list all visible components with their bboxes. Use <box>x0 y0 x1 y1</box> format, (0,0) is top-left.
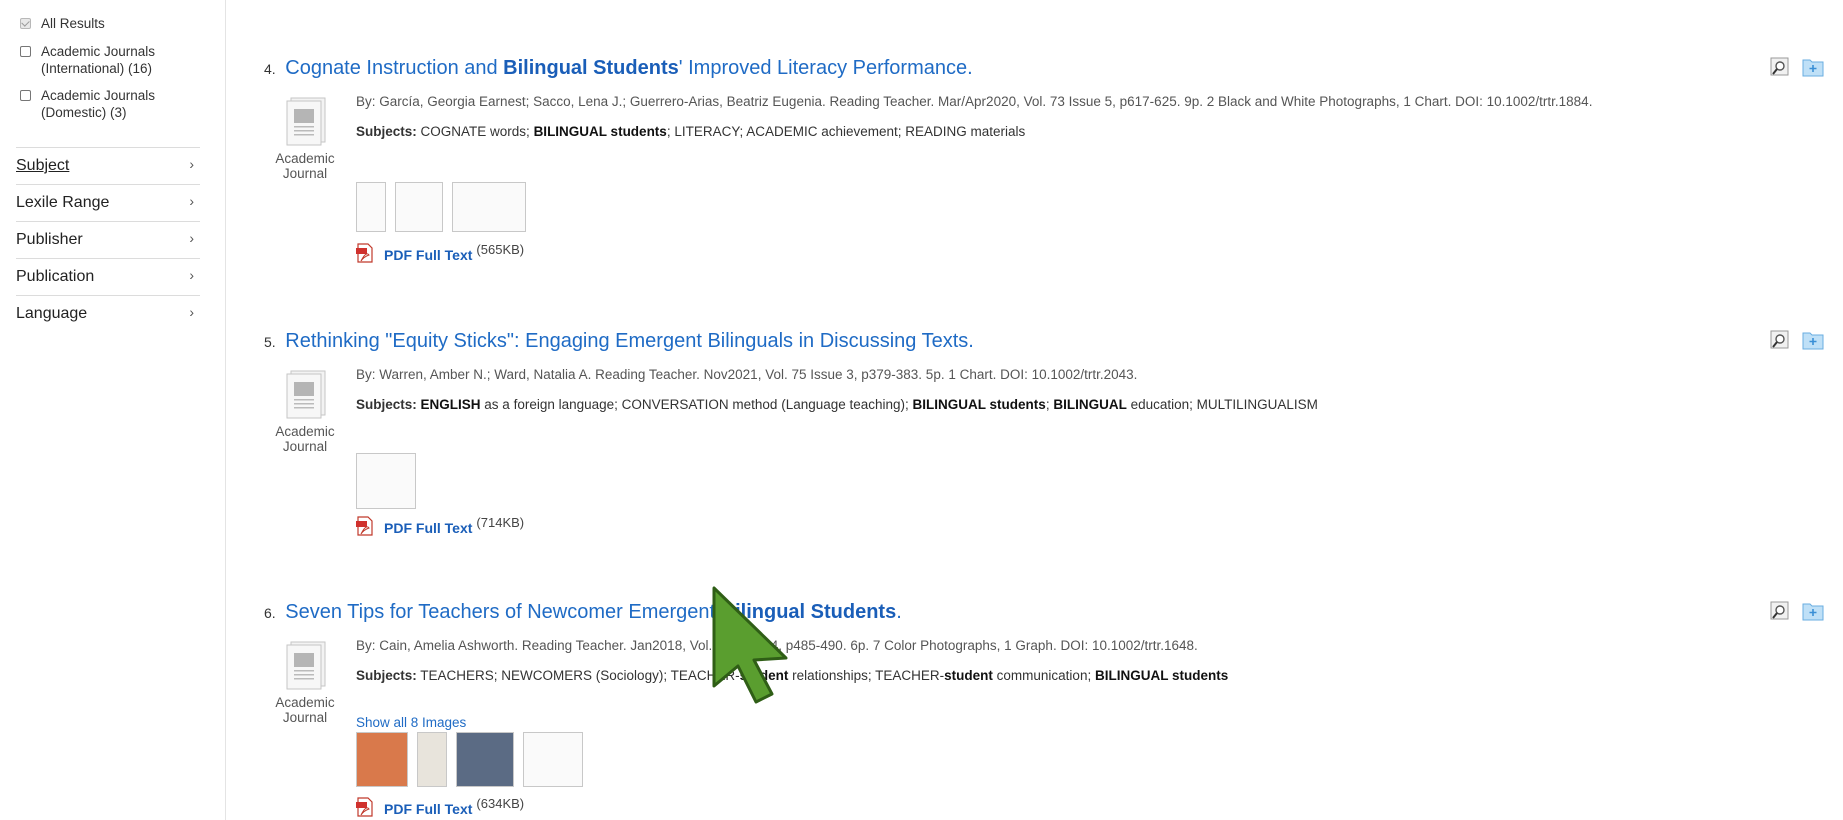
publication-type-label: Academic Journal <box>275 424 335 454</box>
result-item: 6. Seven Tips for Teachers of Newcomer E… <box>264 601 1824 820</box>
pdf-file-size: (565KB) <box>476 242 525 257</box>
publication-type-label: Academic Journal <box>275 695 335 725</box>
facet-language[interactable]: Language › <box>16 295 200 332</box>
pdf-full-text-link[interactable]: PDF Full Text <box>384 247 472 263</box>
page-thumbnail[interactable] <box>356 453 416 509</box>
page-thumbnail[interactable] <box>452 182 526 232</box>
subjects-list[interactable]: ENGLISH as a foreign language; CONVERSAT… <box>421 397 1318 412</box>
facet-publication[interactable]: Publication › <box>16 258 200 295</box>
preview-magnifier-icon[interactable] <box>1770 601 1792 621</box>
pdf-full-text-link[interactable]: PDF Full Text <box>384 520 472 536</box>
result-title-row: 6. Seven Tips for Teachers of Newcomer E… <box>264 601 902 624</box>
page-thumbnail[interactable] <box>395 182 443 232</box>
page-thumbnail[interactable] <box>356 732 408 787</box>
facet-label: Publisher <box>16 231 83 248</box>
document-icon <box>286 641 326 690</box>
page-thumbnail[interactable] <box>456 732 514 787</box>
facet-label: Lexile Range <box>16 194 110 211</box>
publication-type[interactable]: Academic Journal <box>274 368 336 454</box>
page-thumbnail[interactable] <box>523 732 583 787</box>
pdf-full-text-row[interactable]: PDF Full Text (714KB) <box>356 515 525 536</box>
pdf-full-text-link[interactable]: PDF Full Text <box>384 801 472 817</box>
result-number: 4. <box>264 61 276 77</box>
checkbox-academic-journals-international[interactable] <box>20 46 31 57</box>
pdf-icon <box>356 797 373 817</box>
result-subjects: Subjects: TEACHERS; NEWCOMERS (Sociology… <box>356 668 1228 683</box>
source-type-label: Academic Journals (International) (16) <box>41 44 156 76</box>
result-title-row: 5. Rethinking "Equity Sticks": Engaging … <box>264 330 974 353</box>
facet-label: Language <box>16 305 88 322</box>
pdf-full-text-row[interactable]: PDF Full Text (565KB) <box>356 242 525 263</box>
result-title-link[interactable]: Cognate Instruction and Bilingual Studen… <box>285 57 972 79</box>
source-type-all-results[interactable]: All Results <box>20 15 105 32</box>
chevron-right-icon: › <box>189 193 194 209</box>
facet-lexile-range[interactable]: Lexile Range › <box>16 184 200 221</box>
add-to-folder-icon[interactable] <box>1802 57 1824 77</box>
result-subjects: Subjects: COGNATE words; BILINGUAL stude… <box>356 124 1025 139</box>
add-to-folder-icon[interactable] <box>1802 601 1824 621</box>
chevron-right-icon: › <box>189 230 194 246</box>
result-actions <box>1770 330 1824 350</box>
source-type-label: Academic Journals (Domestic) (3) <box>41 88 156 120</box>
facet-sidebar: All Results Academic Journals (Internatio… <box>0 0 226 820</box>
result-number: 6. <box>264 605 276 621</box>
facet-label: Publication <box>16 268 95 285</box>
result-citation: By: García, Georgia Earnest; Sacco, Lena… <box>356 94 1593 109</box>
pdf-icon <box>356 243 373 263</box>
source-type-academic-journals-domestic[interactable]: Academic Journals (Domestic) (3) <box>20 87 155 121</box>
page-thumbnail[interactable] <box>356 182 386 232</box>
result-actions <box>1770 601 1824 621</box>
chevron-right-icon: › <box>189 304 194 320</box>
mouse-cursor-icon <box>712 586 788 704</box>
facet-label: Subject <box>16 157 70 174</box>
result-title-link[interactable]: Seven Tips for Teachers of Newcomer Emer… <box>285 601 902 623</box>
thumbnail-strip <box>356 732 583 787</box>
subjects-label: Subjects: <box>356 397 417 412</box>
facet-publisher[interactable]: Publisher › <box>16 221 200 258</box>
checkbox-academic-journals-domestic[interactable] <box>20 90 31 101</box>
subjects-list[interactable]: TEACHERS; NEWCOMERS (Sociology); TEACHER… <box>420 668 1228 683</box>
preview-magnifier-icon[interactable] <box>1770 330 1792 350</box>
document-icon <box>286 97 326 146</box>
subjects-label: Subjects: <box>356 668 417 683</box>
facet-subject[interactable]: Subject › <box>16 147 200 184</box>
publication-type[interactable]: Academic Journal <box>274 95 336 181</box>
result-item: 5. Rethinking "Equity Sticks": Engaging … <box>264 330 1824 550</box>
publication-type-label: Academic Journal <box>275 151 335 181</box>
subjects-label: Subjects: <box>356 124 417 139</box>
chevron-right-icon: › <box>189 156 194 172</box>
result-number: 5. <box>264 334 276 350</box>
pdf-full-text-row[interactable]: PDF Full Text (634KB) <box>356 796 525 817</box>
thumbnail-strip <box>356 182 526 232</box>
pdf-file-size: (714KB) <box>476 515 525 530</box>
thumbnail-strip <box>356 453 416 509</box>
chevron-right-icon: › <box>189 267 194 283</box>
preview-magnifier-icon[interactable] <box>1770 57 1792 77</box>
pdf-file-size: (634KB) <box>476 796 525 811</box>
subjects-list[interactable]: COGNATE words; BILINGUAL students; LITER… <box>421 124 1026 139</box>
add-to-folder-icon[interactable] <box>1802 330 1824 350</box>
result-subjects: Subjects: ENGLISH as a foreign language;… <box>356 397 1318 412</box>
source-type-label: All Results <box>41 16 105 31</box>
result-title-row: 4. Cognate Instruction and Bilingual Stu… <box>264 57 973 80</box>
source-type-academic-journals-international[interactable]: Academic Journals (International) (16) <box>20 43 155 77</box>
result-title-link[interactable]: Rethinking "Equity Sticks": Engaging Eme… <box>285 330 974 352</box>
result-item: 4. Cognate Instruction and Bilingual Stu… <box>264 57 1824 277</box>
checkbox-all-results[interactable] <box>20 18 31 29</box>
show-all-images-link[interactable]: Show all 8 Images <box>356 715 466 730</box>
pdf-icon <box>356 516 373 536</box>
page-thumbnail[interactable] <box>417 732 447 787</box>
result-actions <box>1770 57 1824 77</box>
result-citation: By: Warren, Amber N.; Ward, Natalia A. R… <box>356 367 1138 382</box>
publication-type[interactable]: Academic Journal <box>274 639 336 725</box>
document-icon <box>286 370 326 419</box>
